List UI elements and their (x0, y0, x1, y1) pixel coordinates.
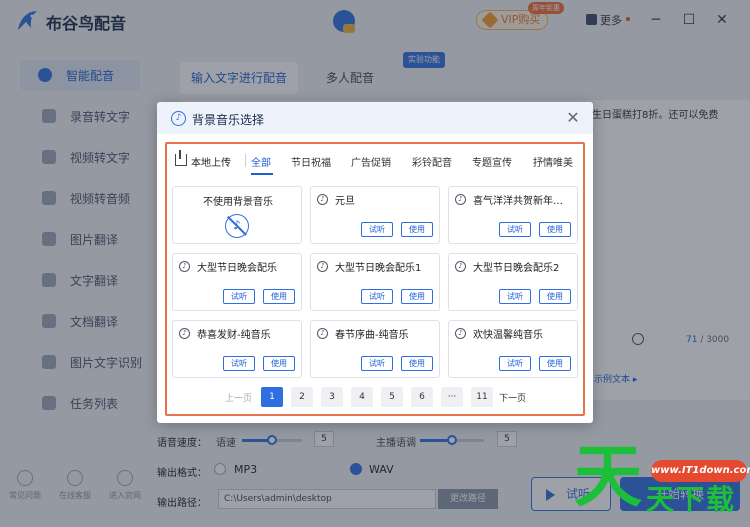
dialog-title: 背景音乐选择 (192, 113, 265, 127)
tab-lyrical[interactable]: 抒情唯美 (533, 154, 573, 169)
page-6-button[interactable]: 6 (411, 387, 433, 407)
music-note-icon: ♪ (171, 111, 186, 126)
card-name: 不使用背景音乐 (203, 197, 273, 208)
page-4-button[interactable]: 4 (351, 387, 373, 407)
no-music-card[interactable]: 不使用背景音乐 ♪ (172, 186, 302, 244)
listen-track-button[interactable]: 试听 (361, 356, 393, 371)
listen-track-button[interactable]: 试听 (223, 356, 255, 371)
watermark-text: 天下载 (646, 483, 737, 516)
listen-track-button[interactable]: 试听 (361, 222, 393, 237)
music-note-icon: ♪ (455, 261, 466, 272)
tab-campaign[interactable]: 专题宣传 (472, 154, 512, 169)
page-ellipsis[interactable]: ··· (441, 387, 463, 407)
card-name: 大型节日晚会配乐 (197, 263, 277, 274)
card-name: 元旦 (335, 196, 355, 207)
use-track-button[interactable]: 使用 (539, 289, 571, 304)
next-page-button[interactable]: 下一页 (499, 391, 526, 404)
card-name: 喜气洋洋共贺新年… (473, 196, 563, 207)
use-track-button[interactable]: 使用 (401, 289, 433, 304)
dialog-header: ♪ 背景音乐选择 ✕ (157, 102, 593, 134)
listen-track-button[interactable]: 试听 (223, 289, 255, 304)
use-track-button[interactable]: 使用 (539, 356, 571, 371)
music-note-icon: ♪ (179, 261, 190, 272)
use-track-button[interactable]: 使用 (401, 356, 433, 371)
divider (245, 154, 246, 167)
music-note-icon: ♪ (317, 261, 328, 272)
page-11-button[interactable]: 11 (471, 387, 493, 407)
music-note-icon: ♪ (179, 328, 190, 339)
music-note-icon: ♪ (455, 194, 466, 205)
music-card: ♪ 春节序曲-纯音乐 试听 使用 (310, 320, 440, 378)
listen-track-button[interactable]: 试听 (499, 222, 531, 237)
music-card: ♪ 大型节日晚会配乐 试听 使用 (172, 253, 302, 311)
card-name: 大型节日晚会配乐1 (335, 263, 422, 274)
page-2-button[interactable]: 2 (291, 387, 313, 407)
use-track-button[interactable]: 使用 (263, 289, 295, 304)
use-track-button[interactable]: 使用 (539, 222, 571, 237)
tab-promo[interactable]: 广告促销 (351, 154, 391, 169)
close-icon[interactable]: ✕ (563, 108, 583, 128)
music-note-icon: ♪ (317, 194, 328, 205)
tab-holiday[interactable]: 节日祝福 (291, 154, 331, 169)
page-5-button[interactable]: 5 (381, 387, 403, 407)
active-tab-underline (251, 173, 273, 175)
music-card: ♪ 欢快温馨纯音乐 试听 使用 (448, 320, 578, 378)
bgm-dialog: ♪ 背景音乐选择 ✕ 本地上传 全部 节日祝福 广告促销 彩铃配音 专题宣传 抒… (157, 102, 593, 423)
card-name: 恭喜发财-纯音乐 (197, 330, 271, 341)
music-card: ♪ 喜气洋洋共贺新年… 试听 使用 (448, 186, 578, 244)
music-panel: 本地上传 全部 节日祝福 广告促销 彩铃配音 专题宣传 抒情唯美 不使用背景音乐… (165, 142, 585, 416)
tab-ringtone[interactable]: 彩铃配音 (412, 154, 452, 169)
upload-icon[interactable] (175, 150, 187, 166)
music-card: ♪ 大型节日晚会配乐1 试听 使用 (310, 253, 440, 311)
listen-track-button[interactable]: 试听 (499, 356, 531, 371)
music-note-icon: ♪ (455, 328, 466, 339)
music-note-icon: ♪ (317, 328, 328, 339)
card-name: 大型节日晚会配乐2 (473, 263, 560, 274)
music-card: ♪ 大型节日晚会配乐2 试听 使用 (448, 253, 578, 311)
page-1-button[interactable]: 1 (261, 387, 283, 407)
prev-page-button[interactable]: 上一页 (225, 391, 252, 404)
use-track-button[interactable]: 使用 (263, 356, 295, 371)
use-track-button[interactable]: 使用 (401, 222, 433, 237)
listen-track-button[interactable]: 试听 (361, 289, 393, 304)
page-3-button[interactable]: 3 (321, 387, 343, 407)
tab-all[interactable]: 全部 (251, 154, 271, 169)
card-name: 春节序曲-纯音乐 (335, 330, 409, 341)
card-name: 欢快温馨纯音乐 (473, 330, 543, 341)
watermark-url: www.IT1down.com (651, 460, 750, 482)
watermark-logo: 天 (574, 438, 643, 517)
local-upload-button[interactable]: 本地上传 (191, 154, 231, 169)
listen-track-button[interactable]: 试听 (499, 289, 531, 304)
music-card: ♪ 元旦 试听 使用 (310, 186, 440, 244)
music-card: ♪ 恭喜发财-纯音乐 试听 使用 (172, 320, 302, 378)
no-music-icon: ♪ (225, 214, 249, 238)
